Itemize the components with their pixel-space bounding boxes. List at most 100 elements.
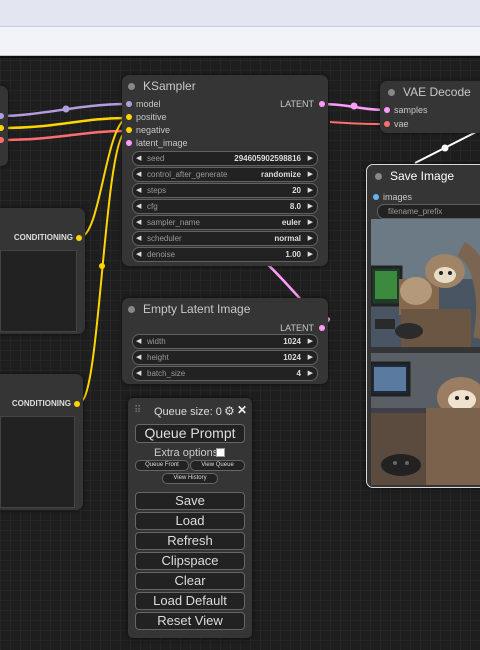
collapse-dot-icon[interactable] (388, 89, 395, 97)
images-input-dot[interactable] (373, 194, 379, 200)
samples-input-dot[interactable] (384, 107, 390, 113)
load-default-button[interactable]: Load Default (135, 592, 245, 610)
vae-decode-title-bar[interactable]: VAE Decode (380, 81, 480, 103)
view-history-button[interactable]: View History (162, 473, 218, 484)
control-after-generate-value: randomize (260, 170, 301, 179)
increment-arrow-icon[interactable]: ▶ (308, 232, 313, 245)
latent-output-label: LATENT (280, 99, 314, 109)
decrement-arrow-icon[interactable]: ◀ (136, 367, 141, 380)
decrement-arrow-icon[interactable]: ◀ (136, 232, 141, 245)
save-image-title: Save Image (390, 169, 455, 183)
gear-icon[interactable]: ⚙ (224, 404, 235, 418)
control-after-generate-widget[interactable]: ◀ control_after_generate randomize ▶ (132, 167, 318, 182)
collapse-dot-icon[interactable] (128, 306, 135, 314)
load-button[interactable]: Load (135, 512, 245, 530)
empty-latent-image-node[interactable]: Empty Latent Image LATENT ◀ width 1024 ▶ ◀ h… (122, 298, 328, 384)
vae-input-label: vae (394, 119, 409, 129)
batch-size-widget[interactable]: ◀ batch_size 4 ▶ (132, 366, 318, 381)
increment-arrow-icon[interactable]: ▶ (308, 216, 313, 229)
extra-options-label: Extra options (154, 447, 219, 459)
sloth-image-1-art (371, 219, 480, 347)
queue-panel: ⠿ Queue size: 0 ⚙ ✕ Queue Prompt Extra o… (128, 398, 252, 638)
vae-decode-title: VAE Decode (403, 85, 471, 99)
ksampler-node[interactable]: KSampler model positive negative latent_… (122, 75, 328, 266)
increment-arrow-icon[interactable]: ▶ (308, 335, 313, 348)
generated-image-2[interactable] (371, 353, 480, 485)
seed-label: seed (147, 154, 165, 163)
vae-input-dot[interactable] (384, 121, 390, 127)
empty-latent-output-dot[interactable] (319, 325, 325, 331)
denoise-widget[interactable]: ◀ denoise 1.00 ▶ (132, 247, 318, 262)
decrement-arrow-icon[interactable]: ◀ (136, 335, 141, 348)
decrement-arrow-icon[interactable]: ◀ (136, 216, 141, 229)
scheduler-widget[interactable]: ◀ scheduler normal ▶ (132, 231, 318, 246)
empty-latent-title-bar[interactable]: Empty Latent Image (122, 298, 328, 320)
link-negative-midpoint (99, 263, 105, 269)
cfg-value: 8.0 (289, 202, 301, 211)
link-positive (79, 117, 127, 238)
decrement-arrow-icon[interactable]: ◀ (136, 248, 141, 261)
width-widget[interactable]: ◀ width 1024 ▶ (132, 334, 318, 349)
ksampler-title: KSampler (143, 79, 196, 93)
height-label: height (147, 353, 169, 362)
save-image-title-bar[interactable]: Save Image (367, 165, 480, 187)
conditioning-top-text-area[interactable] (0, 250, 77, 332)
decrement-arrow-icon[interactable]: ◀ (136, 152, 141, 165)
reset-view-button[interactable]: Reset View (135, 612, 245, 630)
increment-arrow-icon[interactable]: ▶ (308, 351, 313, 364)
positive-input-dot[interactable] (126, 114, 132, 120)
conditioning-node-top[interactable]: CONDITIONING (0, 208, 85, 334)
increment-arrow-icon[interactable]: ▶ (308, 367, 313, 380)
filename-prefix-widget[interactable]: filename_prefix (377, 204, 480, 219)
model-input-dot[interactable] (126, 101, 132, 107)
width-value: 1024 (283, 337, 301, 346)
generated-image-1[interactable] (371, 219, 480, 347)
conditioning-node-bottom[interactable]: CONDITIONING (0, 374, 83, 510)
steps-label: steps (147, 186, 167, 195)
latent-output-dot[interactable] (319, 101, 325, 107)
save-button[interactable]: Save (135, 492, 245, 510)
collapse-dot-icon[interactable] (375, 173, 382, 181)
queue-prompt-button[interactable]: Queue Prompt (135, 424, 245, 443)
height-widget[interactable]: ◀ height 1024 ▶ (132, 350, 318, 365)
ksampler-title-bar[interactable]: KSampler (122, 75, 328, 97)
clear-button[interactable]: Clear (135, 572, 245, 590)
increment-arrow-icon[interactable]: ▶ (308, 152, 313, 165)
conditioning-bottom-output-label: CONDITIONING (11, 399, 71, 408)
extra-options-checkbox[interactable] (216, 448, 225, 457)
collapse-dot-icon[interactable] (128, 83, 135, 91)
latent-image-input-label: latent_image (136, 138, 188, 148)
increment-arrow-icon[interactable]: ▶ (308, 168, 313, 181)
view-queue-button[interactable]: View Queue (190, 460, 245, 471)
scheduler-value: normal (274, 234, 301, 243)
increment-arrow-icon[interactable]: ▶ (308, 184, 313, 197)
drag-handle-icon[interactable]: ⠿ (134, 405, 141, 416)
negative-input-dot[interactable] (126, 127, 132, 133)
negative-input-label: negative (136, 125, 171, 135)
close-icon[interactable]: ✕ (237, 403, 247, 417)
seed-widget[interactable]: ◀ seed 294605902598816 ▶ (132, 151, 318, 166)
decrement-arrow-icon[interactable]: ◀ (136, 184, 141, 197)
vae-decode-node[interactable]: VAE Decode samples vae (380, 81, 480, 133)
increment-arrow-icon[interactable]: ▶ (308, 248, 313, 261)
cfg-widget[interactable]: ◀ cfg 8.0 ▶ (132, 199, 318, 214)
increment-arrow-icon[interactable]: ▶ (308, 200, 313, 213)
sloth-image-2-art (371, 353, 480, 485)
decrement-arrow-icon[interactable]: ◀ (136, 351, 141, 364)
conditioning-bottom-output-dot[interactable] (74, 401, 80, 407)
save-image-node[interactable]: Save Image images filename_prefix (366, 164, 480, 488)
height-value: 1024 (283, 353, 301, 362)
conditioning-top-output-dot[interactable] (76, 235, 82, 241)
refresh-button[interactable]: Refresh (135, 532, 245, 550)
sampler-name-widget[interactable]: ◀ sampler_name euler ▶ (132, 215, 318, 230)
conditioning-top-output-label: CONDITIONING (13, 233, 73, 242)
latent-image-input-dot[interactable] (126, 140, 132, 146)
conditioning-bottom-text-area[interactable] (0, 416, 75, 508)
cfg-label: cfg (147, 202, 158, 211)
clipspace-button[interactable]: Clipspace (135, 552, 245, 570)
queue-front-button[interactable]: Queue Front (135, 460, 189, 471)
steps-widget[interactable]: ◀ steps 20 ▶ (132, 183, 318, 198)
decrement-arrow-icon[interactable]: ◀ (136, 168, 141, 181)
decrement-arrow-icon[interactable]: ◀ (136, 200, 141, 213)
link-model-midpoint (62, 105, 70, 113)
